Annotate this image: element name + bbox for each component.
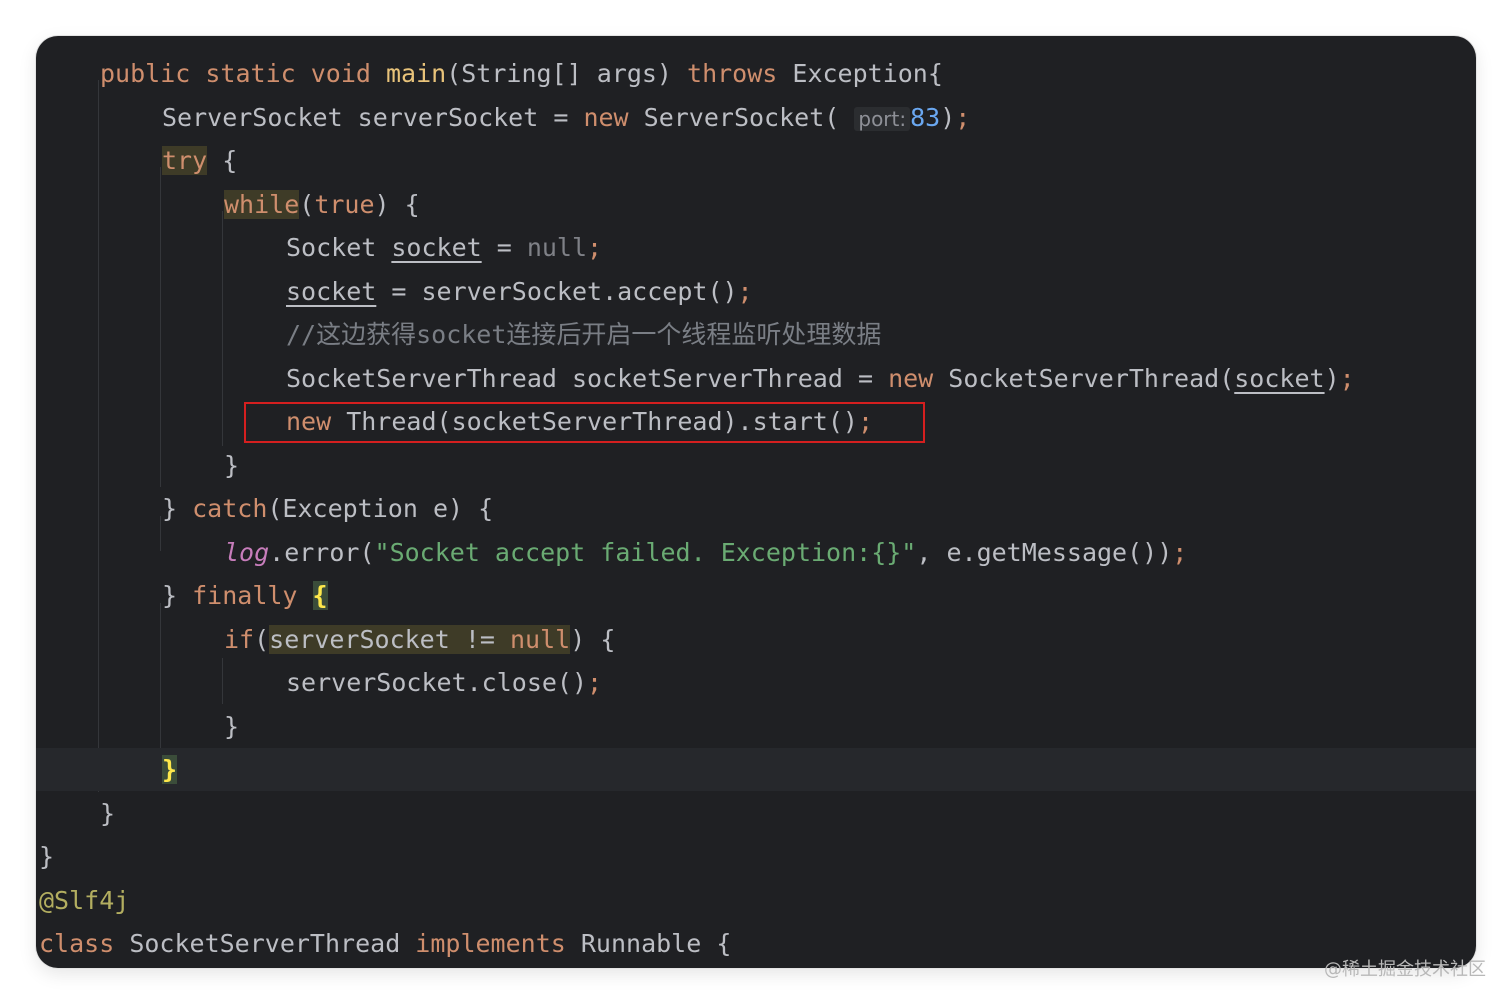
code-text: (Exception e) { bbox=[267, 494, 494, 523]
code-editor[interactable]: public static void main(String[] args) t… bbox=[36, 36, 1476, 968]
code-text: SocketServerThread bbox=[114, 929, 416, 958]
log-field: log bbox=[224, 538, 270, 567]
semicolon: ; bbox=[587, 668, 603, 697]
indent-guide bbox=[160, 516, 161, 551]
code-text: , e.getMessage()) bbox=[916, 538, 1173, 567]
code-line-20[interactable]: @Slf4j bbox=[39, 879, 129, 922]
code-text: SocketServerThread( bbox=[933, 364, 1235, 393]
code-line-3[interactable]: try { bbox=[162, 139, 237, 182]
keyword: true bbox=[314, 190, 375, 219]
code-comment: //这边获得socket连接后开启一个线程监听处理数据 bbox=[286, 320, 882, 349]
indent-guide bbox=[222, 658, 223, 704]
keyword: while bbox=[224, 190, 300, 219]
code-text: = serverSocket.accept() bbox=[376, 277, 738, 306]
semicolon: ; bbox=[857, 407, 874, 436]
code-line-14[interactable]: if(serverSocket != null) { bbox=[224, 618, 615, 661]
closing-brace: } bbox=[100, 799, 116, 828]
indent-guide bbox=[222, 211, 223, 446]
indent-guide bbox=[98, 80, 99, 792]
code-text: ) bbox=[1324, 364, 1340, 393]
keyword: implements bbox=[415, 929, 566, 958]
null-literal: null bbox=[526, 233, 588, 262]
keyword: public static void bbox=[100, 59, 386, 88]
code-line-19[interactable]: } bbox=[39, 835, 54, 878]
code-line-6[interactable]: socket = serverSocket.accept(); bbox=[286, 270, 753, 313]
code-text: ServerSocket( bbox=[628, 103, 855, 132]
code-line-18[interactable]: } bbox=[100, 792, 115, 835]
semicolon: ; bbox=[955, 103, 971, 132]
code-text: } bbox=[162, 494, 193, 523]
code-line-21[interactable]: class SocketServerThread implements Runn… bbox=[39, 922, 731, 965]
code-line-8[interactable]: SocketServerThread socketServerThread = … bbox=[286, 357, 1355, 400]
current-line-highlight bbox=[36, 748, 1476, 791]
keyword: if bbox=[224, 625, 255, 654]
matched-brace: } bbox=[162, 755, 178, 784]
closing-brace: } bbox=[224, 712, 240, 741]
code-text: SocketServerThread socketServerThread = bbox=[286, 364, 889, 393]
code-text: Thread(socketServerThread).start() bbox=[331, 407, 858, 436]
code-line-12[interactable]: log.error("Socket accept failed. Excepti… bbox=[224, 531, 1187, 574]
code-text: serverSocket != bbox=[269, 625, 510, 654]
code-line-13[interactable]: } finally { bbox=[162, 574, 328, 617]
code-text: .error( bbox=[269, 538, 375, 567]
code-text: Runnable { bbox=[565, 929, 732, 958]
keyword: catch bbox=[192, 494, 268, 523]
code-line-17[interactable]: } bbox=[162, 748, 178, 791]
code-text: serverSocket.close() bbox=[286, 668, 588, 697]
code-text: = bbox=[481, 233, 527, 262]
code-text: } bbox=[162, 581, 193, 610]
parameter-hint: port: bbox=[854, 107, 911, 131]
closing-brace: } bbox=[39, 842, 55, 871]
keyword: class bbox=[39, 929, 115, 958]
code-line-2[interactable]: ServerSocket serverSocket = new ServerSo… bbox=[162, 96, 970, 139]
keyword: new bbox=[286, 407, 332, 436]
variable-name: socket bbox=[286, 277, 377, 306]
keyword: null bbox=[510, 625, 571, 654]
semicolon: ; bbox=[587, 233, 603, 262]
code-line-16[interactable]: } bbox=[224, 705, 239, 748]
code-line-11[interactable]: } catch(Exception e) { bbox=[162, 487, 493, 530]
code-text: ) bbox=[940, 103, 956, 132]
variable-name: socket bbox=[1234, 364, 1325, 393]
code-text: ) { bbox=[570, 625, 616, 654]
code-line-1[interactable]: public static void main(String[] args) t… bbox=[100, 52, 943, 95]
variable-name: socket bbox=[391, 233, 482, 262]
code-text: (String[] args) bbox=[446, 59, 688, 88]
code-text: Socket bbox=[286, 233, 392, 262]
number-literal: 83 bbox=[910, 103, 941, 132]
code-line-15[interactable]: serverSocket.close(); bbox=[286, 661, 602, 704]
keyword: new bbox=[888, 364, 934, 393]
indent-guide bbox=[160, 167, 161, 487]
code-text: Exception{ bbox=[777, 59, 943, 88]
code-text: ServerSocket serverSocket = bbox=[162, 103, 584, 132]
indent-guide bbox=[160, 603, 161, 749]
matched-brace: { bbox=[312, 581, 328, 610]
code-line-9[interactable]: new Thread(socketServerThread).start(); bbox=[286, 400, 873, 443]
code-line-4[interactable]: while(true) { bbox=[224, 183, 420, 226]
closing-brace: } bbox=[224, 451, 240, 480]
annotation: @Slf4j bbox=[39, 886, 130, 915]
keyword: throws bbox=[687, 59, 778, 88]
code-line-7[interactable]: //这边获得socket连接后开启一个线程监听处理数据 bbox=[286, 313, 881, 356]
semicolon: ; bbox=[1339, 364, 1355, 393]
method-name: main bbox=[385, 59, 447, 88]
keyword: finally bbox=[192, 581, 298, 610]
watermark: @稀土掘金技术社区 bbox=[1324, 959, 1486, 980]
keyword: try bbox=[162, 146, 208, 175]
semicolon: ; bbox=[1172, 538, 1188, 567]
string-literal: "Socket accept failed. Exception:{}" bbox=[374, 538, 917, 567]
code-text: ( bbox=[299, 190, 315, 219]
code-text: ( bbox=[254, 625, 270, 654]
code-text: { bbox=[207, 146, 238, 175]
code-text: ) { bbox=[374, 190, 420, 219]
code-line-10[interactable]: } bbox=[224, 444, 239, 487]
code-line-5[interactable]: Socket socket = null; bbox=[286, 226, 602, 269]
keyword: new bbox=[583, 103, 629, 132]
semicolon: ; bbox=[737, 277, 753, 306]
